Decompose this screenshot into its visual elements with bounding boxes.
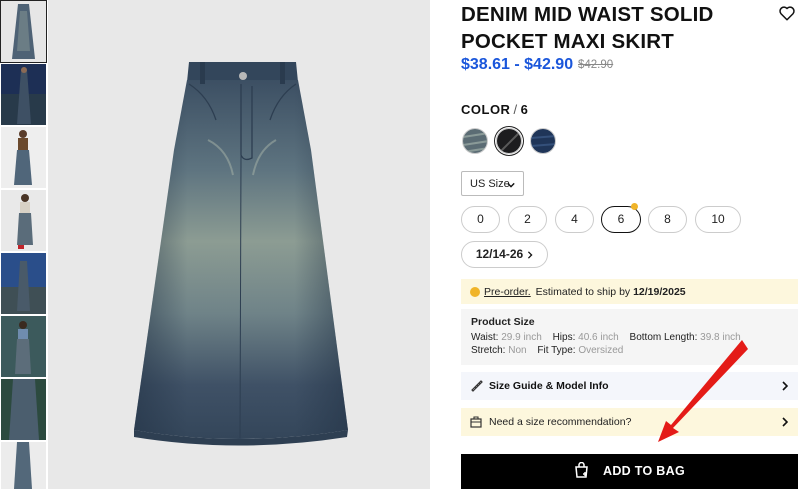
color-label: COLOR <box>461 102 511 117</box>
size-option-label: 0 <box>477 212 484 226</box>
color-separator: / <box>513 102 518 117</box>
shopping-bag-icon <box>574 457 589 478</box>
color-swatch-dark-blue[interactable] <box>530 128 556 154</box>
thumbnail-model-back[interactable] <box>1 442 46 489</box>
product-title: DENIM MID WAIST SOLID POCKET MAXI SKIRT <box>461 3 714 53</box>
preorder-text: Estimated to ship by <box>535 286 631 298</box>
size-system-label: US Size <box>470 178 510 190</box>
original-price: $42.90 <box>578 59 614 71</box>
thumbnail-skirt-flat[interactable] <box>0 0 47 63</box>
size-option-label: 8 <box>664 212 671 226</box>
thumbnail-model-sky[interactable] <box>1 253 46 314</box>
chevron-right-icon <box>782 381 789 391</box>
product-main-image <box>48 0 430 489</box>
heart-icon[interactable] <box>778 4 796 22</box>
box-icon <box>470 416 482 428</box>
stretch-key: Stretch: <box>471 345 506 356</box>
stretch-value: Non <box>508 345 527 356</box>
size-guide-row[interactable]: Size Guide & Model Info <box>461 372 798 400</box>
fit-type-key: Fit Type: <box>537 345 576 356</box>
ruler-icon <box>471 380 483 392</box>
size-system-select[interactable]: US Size <box>461 171 524 196</box>
chevron-down-icon <box>507 180 515 188</box>
thumbnail-model-side[interactable] <box>1 190 46 251</box>
chevron-right-icon <box>527 243 533 259</box>
thumbnail-model-outdoor[interactable] <box>1 316 46 377</box>
size-option-8[interactable]: 8 <box>648 206 687 233</box>
hips-value: 40.6 inch <box>578 332 619 343</box>
more-sizes-label: 12/14-26 <box>475 247 524 261</box>
price-range: $38.61 - $42.90 <box>461 56 574 73</box>
color-label-row: COLOR/6 <box>461 102 528 117</box>
preorder-link[interactable]: Pre-order. <box>484 286 531 298</box>
size-option-4[interactable]: 4 <box>555 206 594 233</box>
size-option-label: 10 <box>711 212 725 226</box>
size-option-label: 2 <box>524 212 531 226</box>
bottom-length-key: Bottom Length: <box>629 332 698 343</box>
hips-key: Hips: <box>552 332 576 343</box>
color-swatch-black[interactable] <box>496 128 522 154</box>
product-size-row-2: Stretch: Non Fit Type: Oversized <box>471 344 798 357</box>
size-option-2[interactable]: 2 <box>508 206 547 233</box>
clock-icon <box>470 287 480 297</box>
bottom-length-value: 39.8 inch <box>700 332 741 343</box>
preorder-date: 12/19/2025 <box>633 286 686 298</box>
product-info-panel: DENIM MID WAIST SOLID POCKET MAXI SKIRT … <box>430 0 800 489</box>
product-size-heading: Product Size <box>471 316 535 328</box>
more-sizes-button[interactable]: 12/14-26 <box>461 241 548 268</box>
size-option-0[interactable]: 0 <box>461 206 500 233</box>
color-swatch-light-wash[interactable] <box>462 128 488 154</box>
product-size-row-1: Waist: 29.9 inch Hips: 40.6 inch Bottom … <box>471 331 798 344</box>
preorder-banner: Pre-order. Estimated to ship by 12/19/20… <box>461 279 798 304</box>
size-option-6[interactable]: 6 <box>601 203 641 233</box>
size-option-label: 4 <box>571 212 578 226</box>
thumbnail-model-night[interactable] <box>1 64 46 125</box>
low-stock-dot <box>631 203 638 210</box>
thumbnail-model-detail[interactable] <box>1 379 46 440</box>
product-size-box: Product Size Waist: 29.9 inch Hips: 40.6… <box>461 309 798 365</box>
size-recommendation-label: Need a size recommendation? <box>489 416 632 428</box>
size-option-10[interactable]: 10 <box>695 206 741 233</box>
size-option-label: 6 <box>617 212 625 226</box>
size-guide-label: Size Guide & Model Info <box>489 380 609 392</box>
waist-key: Waist: <box>471 332 499 343</box>
thumbnail-strip <box>0 0 48 489</box>
chevron-right-icon <box>782 417 789 427</box>
add-to-bag-label: ADD TO BAG <box>603 464 685 478</box>
fit-type-value: Oversized <box>578 345 624 356</box>
waist-value: 29.9 inch <box>501 332 542 343</box>
add-to-bag-button[interactable]: ADD TO BAG <box>461 454 798 489</box>
thumbnail-model-front[interactable] <box>1 127 46 188</box>
color-selected-value: 6 <box>520 102 529 117</box>
size-recommendation-row[interactable]: Need a size recommendation? <box>461 408 798 436</box>
